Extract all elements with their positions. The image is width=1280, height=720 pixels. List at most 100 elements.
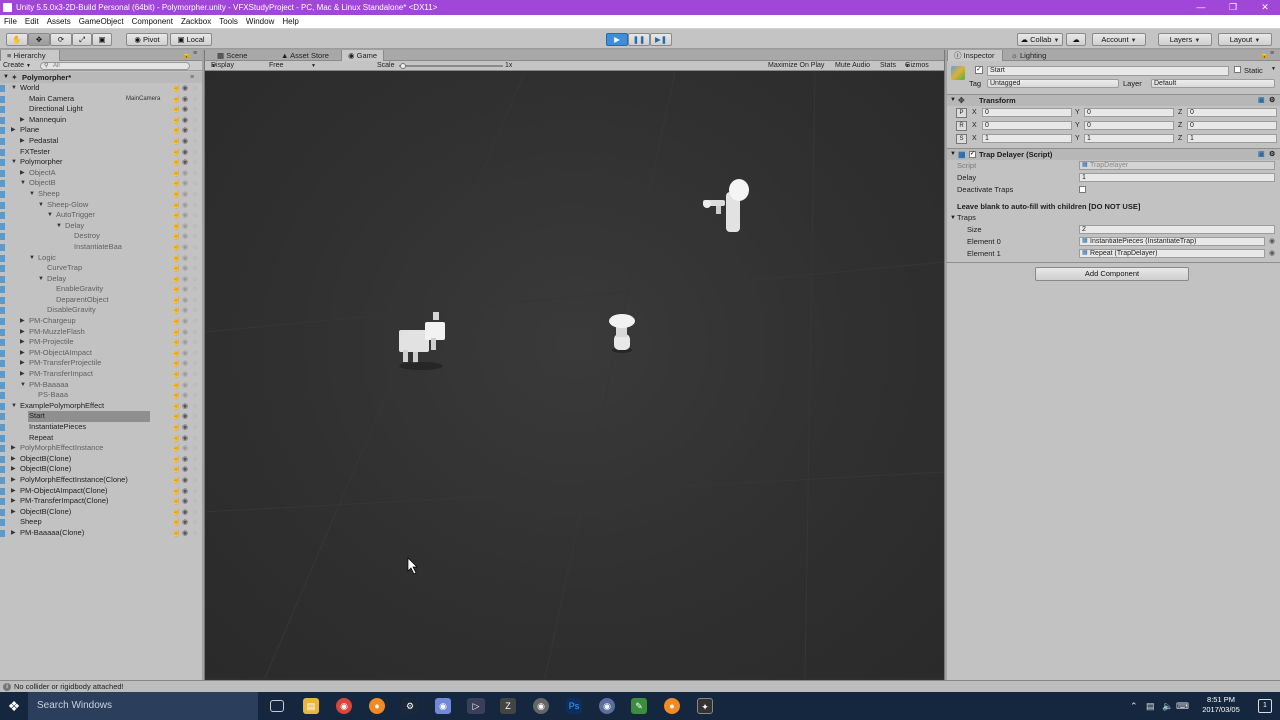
visual-studio-icon[interactable]: ▷	[467, 698, 485, 714]
menu-edit[interactable]: Edit	[21, 15, 43, 28]
discord-icon[interactable]: ◉	[435, 698, 451, 714]
pickable-icon[interactable]: ☝	[172, 529, 181, 540]
blender-icon[interactable]: ●	[664, 698, 680, 714]
rotation-y-field[interactable]: 0	[1084, 121, 1174, 130]
hierarchy-row[interactable]: ▶ ObjectB(Clone) ☝ ◉ ○	[0, 454, 202, 465]
rotation-reset-button[interactable]: R	[956, 121, 967, 131]
hierarchy-row[interactable]: ▶ PM-TransferImpact ☝ ◉ ○	[0, 369, 202, 380]
position-z-field[interactable]: 0	[1187, 108, 1277, 117]
game-viewport[interactable]	[205, 72, 944, 678]
collapse-triangle-icon[interactable]: ▶	[11, 125, 16, 136]
expand-triangle-icon[interactable]: ▼	[950, 212, 956, 224]
hierarchy-row[interactable]: ▼ PM-Baaaaa ☝ ◉ ○	[0, 380, 202, 391]
element-0-field[interactable]: ▦ InstantiatePieces (InstantiateTrap)	[1079, 237, 1265, 246]
gear-icon[interactable]: ⚙	[1269, 149, 1275, 160]
position-x-field[interactable]: 0	[982, 108, 1072, 117]
collapse-triangle-icon[interactable]: ▶	[11, 507, 16, 518]
hierarchy-row[interactable]: ▼ Sheep-Glow ☝ ◉ ○	[0, 200, 202, 211]
hierarchy-row[interactable]: ▼ World ☝ ◉ ○	[0, 83, 202, 94]
traps-row[interactable]: ▼ Traps	[947, 212, 1280, 224]
layer-dropdown[interactable]: Default	[1151, 79, 1275, 88]
maximize-on-play-toggle[interactable]: Maximize On Play	[768, 61, 824, 71]
rotation-x-field[interactable]: 0	[982, 121, 1072, 130]
hierarchy-row[interactable]: ▼ Logic ☝ ◉ ○	[0, 253, 202, 264]
hierarchy-row[interactable]: ▼ Delay ☝ ◉ ○	[0, 221, 202, 232]
hierarchy-row[interactable]: ▼ AutoTrigger ☝ ◉ ○	[0, 210, 202, 221]
app-icon[interactable]: ◉	[533, 698, 549, 714]
tag-dropdown[interactable]: Untagged	[987, 79, 1119, 88]
menu-zackbox[interactable]: Zackbox	[177, 15, 215, 28]
hierarchy-row[interactable]: ▶ PM-Projectile ☝ ◉ ○	[0, 337, 202, 348]
collapse-triangle-icon[interactable]: ▶	[20, 115, 25, 126]
lock-icon[interactable]: 🔒	[182, 51, 191, 59]
step-button[interactable]: ▶❚	[650, 33, 672, 46]
collapse-triangle-icon[interactable]: ▶	[20, 168, 25, 179]
expand-triangle-icon[interactable]: ▼	[950, 149, 956, 160]
hierarchy-row[interactable]: InstantiatePieces ☝ ◉ ○	[0, 422, 202, 433]
hierarchy-row[interactable]: EnableGravity ☝ ◉ ○	[0, 284, 202, 295]
chevron-down-icon[interactable]: ▼	[1271, 66, 1276, 72]
hierarchy-row[interactable]: Destroy ☝ ◉ ○	[0, 231, 202, 242]
collab-dropdown[interactable]: ☁ Collab ▼	[1017, 33, 1063, 46]
menu-gameobject[interactable]: GameObject	[75, 15, 128, 28]
chevron-up-icon[interactable]: ⌃	[1130, 692, 1138, 720]
trap-delayer-header[interactable]: ▼ ▦ ✓ Trap Delayer (Script) ▣ ⚙	[947, 148, 1280, 160]
hierarchy-row[interactable]: ▶ PM-ObjectAImpact ☝ ◉ ○	[0, 348, 202, 359]
collapse-triangle-icon[interactable]: ▶	[20, 327, 25, 338]
menu-window[interactable]: Window	[242, 15, 278, 28]
object-name-field[interactable]: Start	[987, 66, 1229, 76]
element-1-field[interactable]: ▦ Repeat (TrapDelayer)	[1079, 249, 1265, 258]
collapse-triangle-icon[interactable]: ▶	[20, 369, 25, 380]
tab-inspector[interactable]: ⓘ Inspector	[947, 50, 1003, 61]
notification-center-icon[interactable]: 1	[1258, 699, 1272, 713]
maximize-icon[interactable]: ❐	[1216, 0, 1250, 15]
expand-triangle-icon[interactable]: ▼	[20, 380, 26, 391]
hierarchy-row[interactable]: Main Camera MainCamera ☝ ◉ ○	[0, 94, 202, 105]
scale-slider-handle[interactable]	[400, 63, 406, 69]
unity-icon[interactable]: ✦	[697, 698, 713, 714]
hierarchy-row[interactable]: ▶ PolyMorphEffectInstance(Clone) ☝ ◉ ○	[0, 475, 202, 486]
scene-header[interactable]: ▼ ✦ Polymorpher* ≡	[0, 72, 202, 83]
scale-tool-icon[interactable]: ⤢	[72, 33, 92, 46]
tab-scene[interactable]: ▦ Scene	[211, 50, 253, 61]
create-button[interactable]: Create ▼	[3, 61, 31, 71]
script-field[interactable]: ▦ TrapDelayer	[1079, 161, 1275, 170]
position-y-field[interactable]: 0	[1084, 108, 1174, 117]
hierarchy-row[interactable]: ▶ ObjectA ☝ ◉ ○	[0, 168, 202, 179]
photoshop-icon[interactable]: Ps	[566, 698, 582, 714]
visibility-eye-icon[interactable]: ◉	[182, 529, 188, 540]
hierarchy-row[interactable]: DeparentObject ☝ ◉ ○	[0, 295, 202, 306]
hierarchy-row[interactable]: ▶ Pedastal ☝ ◉ ○	[0, 136, 202, 147]
hierarchy-row[interactable]: ▶ PM-Baaaaa(Clone) ☝ ◉ ○	[0, 528, 202, 539]
pivot-toggle[interactable]: ◉ Pivot	[126, 33, 168, 46]
play-button[interactable]: ▶	[606, 33, 628, 46]
hierarchy-row[interactable]: DisableGravity ☝ ◉ ○	[0, 305, 202, 316]
hierarchy-row[interactable]: ▶ PM-Chargeup ☝ ◉ ○	[0, 316, 202, 327]
expand-triangle-icon[interactable]: ▼	[950, 95, 956, 106]
collapse-triangle-icon[interactable]: ▶	[11, 475, 16, 486]
rotate-tool-icon[interactable]: ⟳	[50, 33, 72, 46]
blender-icon[interactable]: ●	[369, 698, 385, 714]
hierarchy-row[interactable]: PS-Baaa ☝ ◉ ○	[0, 390, 202, 401]
hierarchy-row[interactable]: ▶ PM-TransferProjectile ☝ ◉ ○	[0, 358, 202, 369]
scene-menu-icon[interactable]: ≡	[190, 72, 194, 83]
notepad-icon[interactable]: ✎	[631, 698, 647, 714]
tab-lighting[interactable]: ☼ Lighting	[1005, 50, 1052, 61]
expand-triangle-icon[interactable]: ▼	[38, 200, 44, 211]
hierarchy-row[interactable]: InstantiateBaa ☝ ◉ ○	[0, 242, 202, 253]
hierarchy-row[interactable]: ▶ Mannequin ☝ ◉ ○	[0, 115, 202, 126]
collapse-triangle-icon[interactable]: ▶	[20, 358, 25, 369]
collapse-triangle-icon[interactable]: ▶	[20, 316, 25, 327]
mute-audio-toggle[interactable]: Mute Audio	[835, 61, 870, 71]
menu-tools[interactable]: Tools	[215, 15, 242, 28]
collapse-triangle-icon[interactable]: ▶	[20, 337, 25, 348]
panel-menu-icon[interactable]: ≡	[193, 50, 197, 57]
tab-asset-store[interactable]: ▲ Asset Store	[275, 50, 335, 61]
expand-triangle-icon[interactable]: ▼	[11, 401, 17, 412]
collapse-triangle-icon[interactable]: ▶	[11, 443, 16, 454]
menu-assets[interactable]: Assets	[43, 15, 75, 28]
hierarchy-row[interactable]: ▼ Polymorpher ☝ ◉ ○	[0, 157, 202, 168]
collapse-triangle-icon[interactable]: ▶	[11, 528, 16, 539]
active-checkbox[interactable]: ✓	[975, 66, 983, 74]
transform-header[interactable]: ▼ ✥ Transform ▣ ⚙	[947, 94, 1280, 106]
